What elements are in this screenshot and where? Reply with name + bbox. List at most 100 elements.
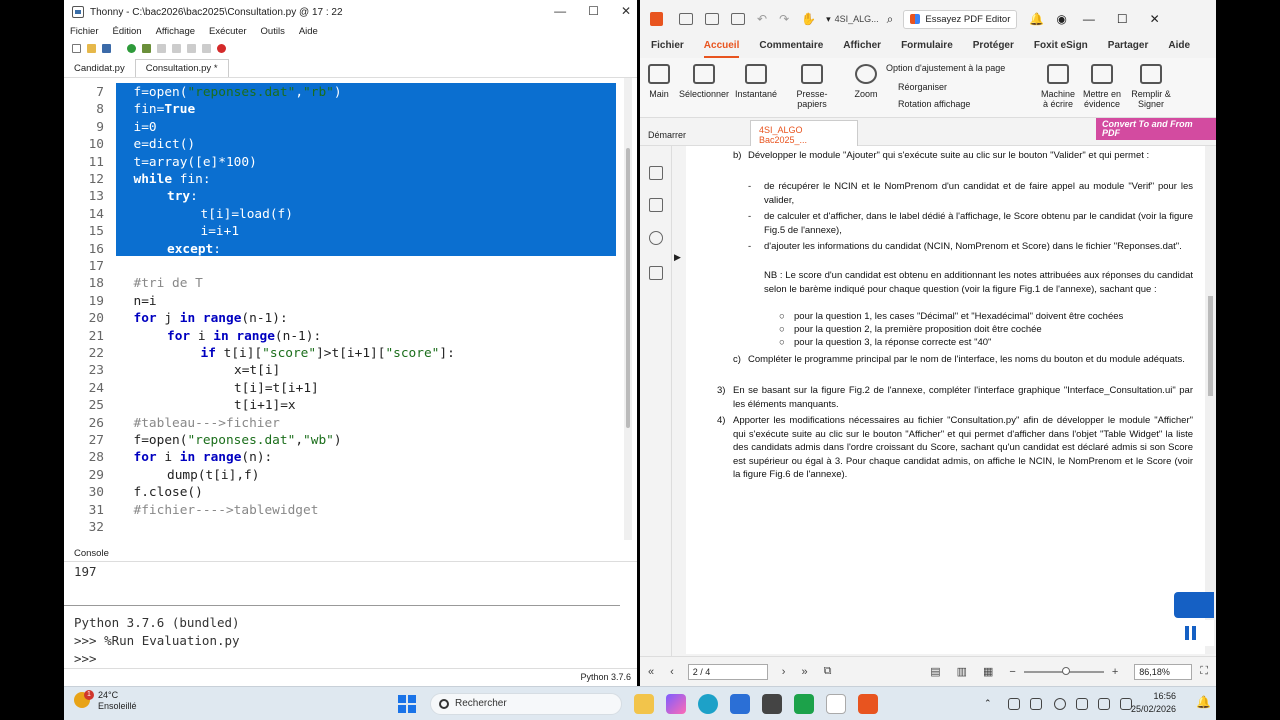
open-folder-icon[interactable] [679,13,693,25]
code-line[interactable]: 25 t[i+1]=x [64,397,624,414]
menu-affichage[interactable]: Affichage [156,26,195,37]
facing-view-icon[interactable]: ▦ [983,665,993,678]
notification-bell-icon[interactable]: 🔔 [1196,695,1211,709]
ribbon-tab-esign[interactable]: Foxit eSign [1034,40,1088,58]
code-line[interactable]: 20 for j in range(n-1): [64,310,624,327]
redo-icon[interactable]: ↷ [779,12,789,26]
code-editor[interactable]: 7 f=open("reponses.dat","rb") 8 fin=True 9 i=… [64,78,624,540]
snapshot-button[interactable]: Instantané [734,64,778,99]
convert-pdf-banner[interactable]: Convert To and From PDF [1096,118,1216,140]
next-page-icon[interactable]: › [782,666,786,678]
edge-icon[interactable] [698,694,718,714]
code-line[interactable]: 15 i=i+1 [64,223,624,240]
pause-button[interactable] [1174,620,1214,646]
menu-aide[interactable]: Aide [299,26,318,37]
edge-tray-icon[interactable] [1030,698,1042,710]
console-prompt[interactable]: >>> [74,651,97,666]
app-icon[interactable] [762,694,782,714]
rotate-view-option[interactable]: Rotation affichage [898,99,970,109]
code-line[interactable]: 26 #tableau--->fichier [64,415,624,432]
new-file-icon[interactable] [72,43,81,53]
code-line[interactable]: 12 while fin: [64,171,624,188]
fit-page-option[interactable]: Option d'ajustement à la page [886,63,1005,73]
code-line[interactable]: 13 try: [64,188,624,205]
pdf-page[interactable]: b) Développer le module "Ajouter" qui s'… [686,146,1205,654]
ribbon-tab-aide[interactable]: Aide [1168,40,1190,58]
step-out-icon[interactable] [187,43,196,53]
undo-icon[interactable]: ↶ [757,12,767,26]
maximize-button[interactable]: ☐ [588,4,599,18]
select-button[interactable]: Sélectionner [678,64,730,99]
code-line[interactable]: 14 t[i]=load(f) [64,206,624,223]
minimize-button[interactable]: — [1083,12,1095,26]
code-line[interactable]: 16 except: [64,241,624,258]
zoom-slider[interactable] [1023,666,1104,675]
start-button[interactable] [398,695,416,713]
step-into-icon[interactable] [172,43,181,53]
foxit-taskbar-icon[interactable] [858,694,878,714]
resume-icon[interactable] [202,43,211,53]
code-line[interactable]: 29 dump(t[i],f) [64,467,624,484]
bell-icon[interactable]: 🔔 [1029,12,1044,26]
microphone-icon[interactable] [1054,698,1066,710]
close-button[interactable]: ✕ [1150,12,1160,26]
continuous-view-icon[interactable]: ▥ [957,665,967,678]
pdf-scrollbar[interactable] [1205,146,1216,654]
code-line[interactable]: 27 f=open("reponses.dat","wb") [64,432,624,449]
code-line[interactable]: 22 if t[i]["score"]>t[i+1]["score"]: [64,345,624,362]
volume-icon[interactable] [1098,698,1110,710]
ribbon-tab-accueil[interactable]: Accueil [703,40,740,58]
menu-executer[interactable]: Exécuter [209,26,247,37]
copy-page-icon[interactable]: ⧉ [824,665,832,678]
python-app-icon[interactable] [826,694,846,714]
open-file-icon[interactable] [87,43,96,53]
hand-tool-button[interactable]: Main [648,64,670,99]
zoom-button[interactable]: Zoom [852,64,880,99]
code-line[interactable]: 21 for i in range(n-1): [64,328,624,345]
code-line[interactable]: 11 t=array([e]*100) [64,154,624,171]
attachment-icon[interactable] [649,266,663,280]
highlight-button[interactable]: Mettre en évidence [1080,64,1124,109]
code-line[interactable]: 32 [64,519,624,536]
chevron-up-icon[interactable]: ⌃ [984,698,996,710]
menu-outils[interactable]: Outils [261,26,285,37]
last-page-icon[interactable]: » [801,666,807,678]
pdf-scrollbar-thumb[interactable] [1208,296,1213,396]
close-button[interactable]: ✕ [621,4,631,18]
menu-edition[interactable]: Édition [113,26,142,37]
code-line[interactable]: 10 e=dict() [64,136,624,153]
ribbon-tab-fichier[interactable]: Fichier [651,40,684,58]
code-line[interactable]: 7 f=open("reponses.dat","rb") [64,84,624,101]
expand-panel-arrow-icon[interactable]: ▶ [674,252,681,263]
page-number-field[interactable]: 2 / 4 [687,663,768,680]
fullscreen-icon[interactable]: ⛶ [1200,665,1208,678]
save-icon[interactable] [705,13,719,25]
step-over-icon[interactable] [157,43,166,53]
code-line[interactable]: 30 f.close() [64,484,624,501]
thonny-status-bar[interactable]: Python 3.7.6 [64,668,637,686]
weather-widget[interactable]: 1 24°C Ensoleillé [74,690,137,712]
ribbon-tab-partager[interactable]: Partager [1108,40,1149,58]
code-line[interactable]: 19 n=i [64,293,624,310]
zoom-slider-thumb[interactable] [1061,666,1070,675]
code-line[interactable]: 31 #fichier---->tablewidget [64,502,624,519]
console-header[interactable]: Console [64,546,637,562]
wifi-icon[interactable] [1076,698,1088,710]
doc-tab-current[interactable]: 4SI_ALGO Bac2025_... [750,120,858,149]
first-page-icon[interactable]: « [648,666,654,678]
code-line[interactable]: 28 for i in range(n): [64,449,624,466]
comment-icon[interactable] [649,231,663,245]
tab-candidat[interactable]: Candidat.py [64,60,135,77]
zoom-out-icon[interactable]: − [1009,666,1015,678]
zoom-in-icon[interactable]: + [1112,666,1118,678]
editor-scrollbar[interactable] [624,78,632,540]
ribbon-tab-commentaire[interactable]: Commentaire [759,40,823,58]
doc-tab-demarrer[interactable]: Démarrer [640,126,750,144]
run-icon[interactable] [127,43,136,53]
code-line[interactable]: 23 x=t[i] [64,362,624,379]
console-panel[interactable]: 197 Python 3.7.6 (bundled) >>> %Run Eval… [64,562,624,670]
search-icon[interactable]: ⌕ [887,12,894,27]
hand-tool-icon[interactable]: ✋ [801,12,816,26]
prev-page-icon[interactable]: ‹ [670,666,674,678]
d-app-icon[interactable] [794,694,814,714]
